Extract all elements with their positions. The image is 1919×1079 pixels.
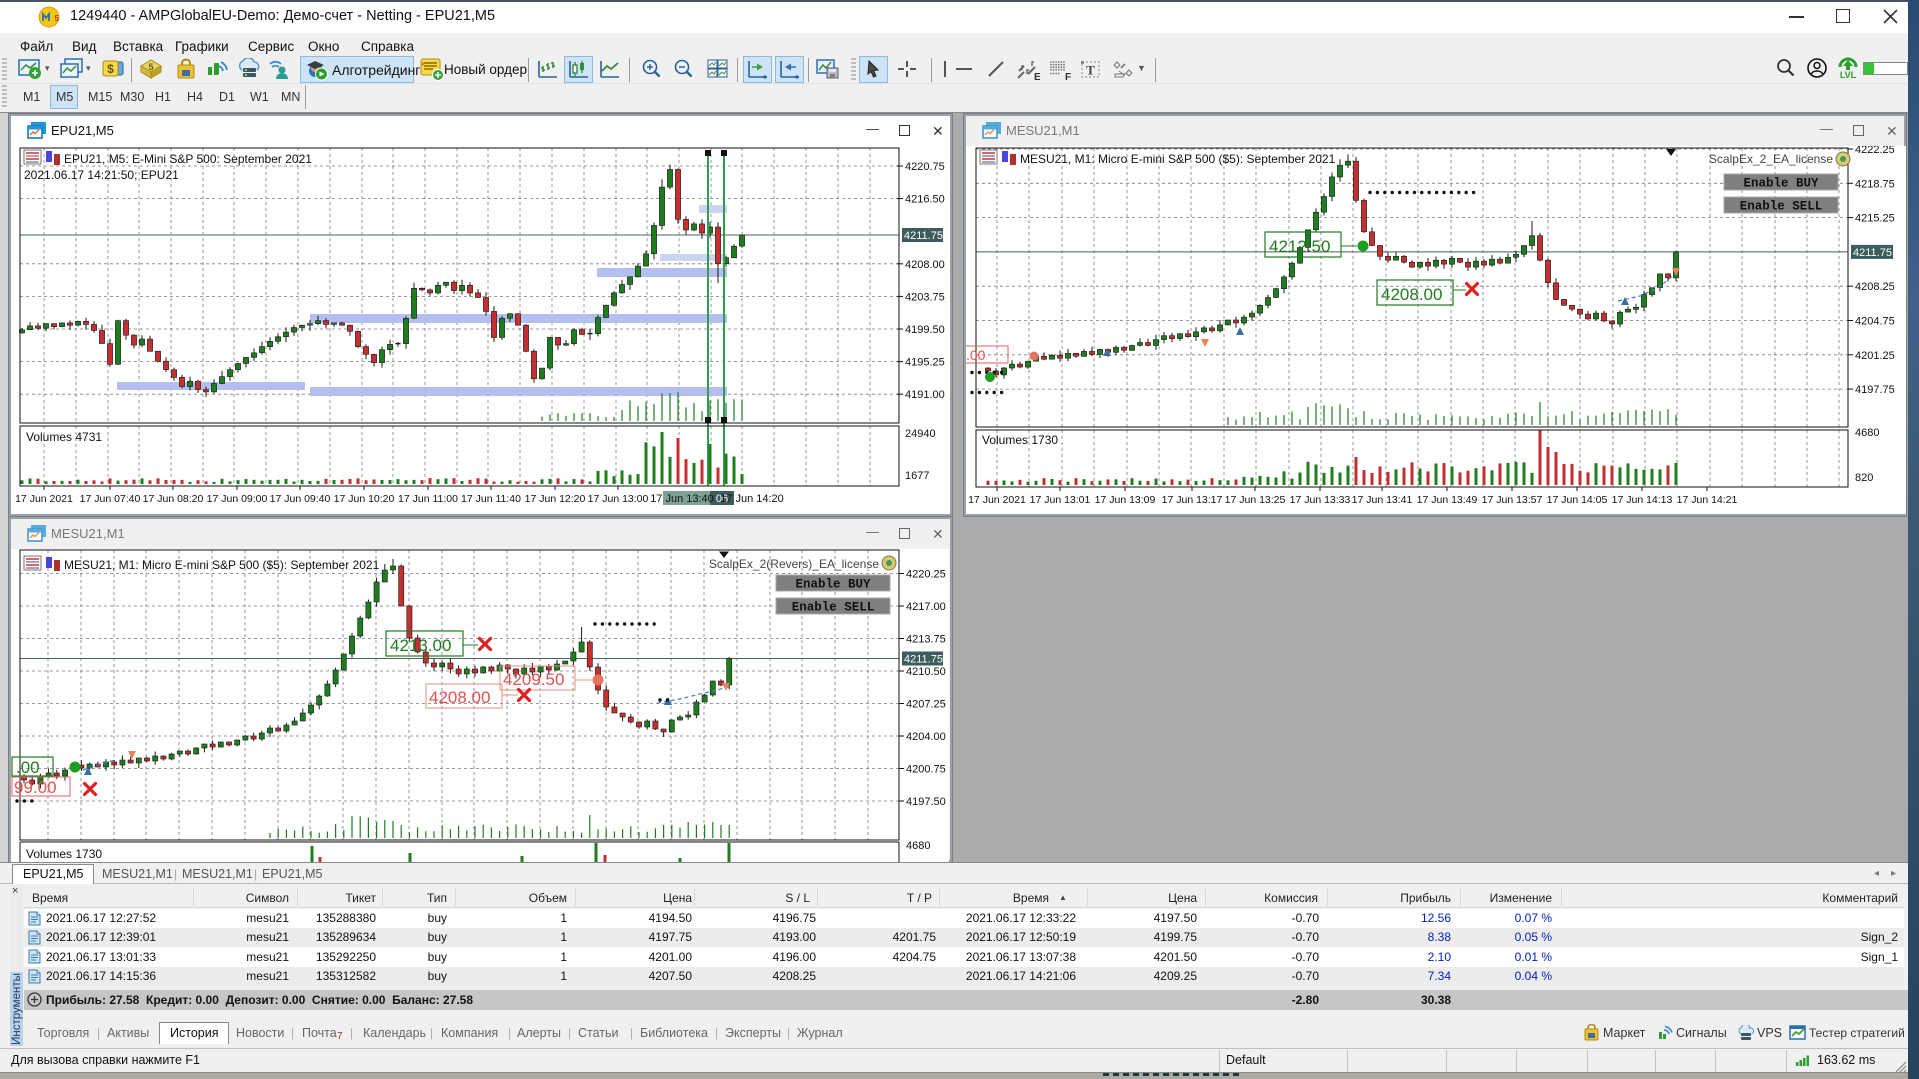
svg-text:17 Jun 14:05: 17 Jun 14:05 bbox=[1547, 494, 1608, 506]
svg-text:17 Jun 2021: 17 Jun 2021 bbox=[968, 494, 1026, 506]
svg-text:4216.50: 4216.50 bbox=[905, 194, 945, 206]
svg-text:LVL: LVL bbox=[1840, 70, 1857, 79]
svg-text:Enable BUY: Enable BUY bbox=[1743, 177, 1819, 191]
svg-text:17 Jun 13:25: 17 Jun 13:25 bbox=[1225, 494, 1286, 506]
svg-text:MESU21, M1: Micro E-mini S&P: MESU21, M1: Micro E-mini S&P 500 ($5): S… bbox=[64, 558, 380, 572]
svg-text:17 Jun 13:40: 17 Jun 13:40 bbox=[650, 493, 714, 505]
svg-text:4200.75: 4200.75 bbox=[906, 764, 946, 776]
svg-text:4197.50: 4197.50 bbox=[906, 796, 946, 808]
svg-text:99.00: 99.00 bbox=[14, 778, 57, 797]
svg-text:Enable SELL: Enable SELL bbox=[792, 601, 875, 615]
svg-text:4222.25: 4222.25 bbox=[1855, 146, 1895, 156]
svg-text:4209.50: 4209.50 bbox=[503, 670, 564, 689]
svg-text:ScalpEx_2_EA_license: ScalpEx_2_EA_license bbox=[1709, 152, 1833, 166]
svg-text:4220.75: 4220.75 bbox=[905, 161, 945, 173]
svg-text:17 Jun 11:40: 17 Jun 11:40 bbox=[461, 493, 521, 505]
svg-text:4197.75: 4197.75 bbox=[1855, 384, 1895, 396]
svg-text:17 Jun 10:20: 17 Jun 10:20 bbox=[334, 493, 395, 505]
svg-text:Volumes 4731: Volumes 4731 bbox=[26, 430, 102, 444]
svg-text:Volumes 1730: Volumes 1730 bbox=[982, 433, 1058, 447]
svg-text:4680: 4680 bbox=[906, 840, 930, 852]
svg-text:17 Jun 13:09: 17 Jun 13:09 bbox=[1095, 494, 1156, 506]
svg-text:4213.00: 4213.00 bbox=[390, 636, 451, 655]
svg-text:17 Jun 13:57: 17 Jun 13:57 bbox=[1482, 494, 1543, 506]
svg-text:4204.75: 4204.75 bbox=[1855, 316, 1895, 328]
svg-text:.00: .00 bbox=[966, 347, 986, 363]
svg-text:17 Jun 09:00: 17 Jun 09:00 bbox=[207, 493, 268, 505]
svg-text:17 Jun 08:20: 17 Jun 08:20 bbox=[143, 493, 204, 505]
svg-text:T: T bbox=[1086, 63, 1095, 78]
svg-text:EPU21, M5: E-Mini S&P 500: Se: EPU21, M5: E-Mini S&P 500: September 202… bbox=[64, 152, 312, 166]
svg-text:4204.00: 4204.00 bbox=[906, 731, 946, 743]
svg-text:24940: 24940 bbox=[905, 428, 936, 440]
svg-text:MESU21, M1: Micro E-mini S&P: MESU21, M1: Micro E-mini S&P 500 ($5): S… bbox=[1020, 152, 1336, 166]
svg-text:17 Jun 13:00: 17 Jun 13:00 bbox=[588, 493, 649, 505]
svg-text:Enable SELL: Enable SELL bbox=[1740, 200, 1823, 214]
svg-text:4215.25: 4215.25 bbox=[1855, 213, 1895, 225]
svg-text:5: 5 bbox=[55, 14, 60, 23]
svg-text:17 Jun 2021: 17 Jun 2021 bbox=[15, 493, 73, 505]
svg-text:4211.75: 4211.75 bbox=[904, 230, 943, 242]
svg-text:17 Jun 14:20: 17 Jun 14:20 bbox=[720, 493, 784, 505]
svg-text:17 Jun 13:49: 17 Jun 13:49 bbox=[1417, 494, 1478, 506]
svg-text:4207.25: 4207.25 bbox=[906, 699, 946, 711]
svg-text:1677: 1677 bbox=[905, 470, 929, 482]
svg-text:4211.75: 4211.75 bbox=[1853, 247, 1892, 259]
svg-text:F: F bbox=[1065, 72, 1071, 82]
svg-text:4199.50: 4199.50 bbox=[905, 324, 945, 336]
svg-text:17 Jun 12:20: 17 Jun 12:20 bbox=[525, 493, 586, 505]
svg-text:4220.25: 4220.25 bbox=[906, 569, 946, 581]
svg-text:ScalpEx_2(Revers)_EA_license: ScalpEx_2(Revers)_EA_license bbox=[709, 557, 879, 571]
svg-text:17 Jun 11:00: 17 Jun 11:00 bbox=[398, 493, 458, 505]
svg-text:4208.00: 4208.00 bbox=[1381, 285, 1442, 304]
svg-text:4211.75: 4211.75 bbox=[904, 654, 943, 666]
svg-text:E: E bbox=[1034, 72, 1040, 82]
svg-text:$: $ bbox=[107, 62, 114, 76]
svg-text:4680: 4680 bbox=[1855, 427, 1879, 439]
svg-text:5: 5 bbox=[148, 62, 153, 72]
svg-text:4203.75: 4203.75 bbox=[905, 291, 945, 303]
svg-text:17 Jun 13:17: 17 Jun 13:17 bbox=[1162, 494, 1223, 506]
svg-text:4191.00: 4191.00 bbox=[905, 389, 945, 401]
svg-text:17 Jun 07:40: 17 Jun 07:40 bbox=[80, 493, 141, 505]
svg-text:820: 820 bbox=[1855, 472, 1873, 484]
svg-text:4213.75: 4213.75 bbox=[906, 634, 946, 646]
svg-text:4208.25: 4208.25 bbox=[1855, 281, 1895, 293]
svg-text:4210.50: 4210.50 bbox=[906, 666, 946, 678]
svg-text:17 Jun 13:33: 17 Jun 13:33 bbox=[1290, 494, 1351, 506]
svg-text:17 Jun 14:13: 17 Jun 14:13 bbox=[1612, 494, 1673, 506]
svg-text:17 Jun 14:21: 17 Jun 14:21 bbox=[1677, 494, 1738, 506]
svg-text:4212.50: 4212.50 bbox=[1269, 237, 1330, 256]
svg-text:Enable BUY: Enable BUY bbox=[795, 578, 871, 592]
svg-text:4208.00: 4208.00 bbox=[905, 259, 945, 271]
svg-text:.00: .00 bbox=[16, 758, 40, 777]
svg-text:17 Jun 13:01: 17 Jun 13:01 bbox=[1030, 494, 1091, 506]
svg-text:17 Jun 09:40: 17 Jun 09:40 bbox=[270, 493, 331, 505]
svg-text:17 Jun 13:41: 17 Jun 13:41 bbox=[1352, 494, 1413, 506]
svg-text:2021.06.17 14:21:50; EPU21: 2021.06.17 14:21:50; EPU21 bbox=[24, 168, 179, 182]
svg-text:4217.00: 4217.00 bbox=[906, 601, 946, 613]
svg-text:4195.25: 4195.25 bbox=[905, 357, 945, 369]
svg-text:4218.75: 4218.75 bbox=[1855, 178, 1895, 190]
svg-text:Volumes 1730: Volumes 1730 bbox=[26, 847, 102, 861]
svg-text:4201.25: 4201.25 bbox=[1855, 350, 1895, 362]
svg-text:4208.00: 4208.00 bbox=[429, 688, 490, 707]
